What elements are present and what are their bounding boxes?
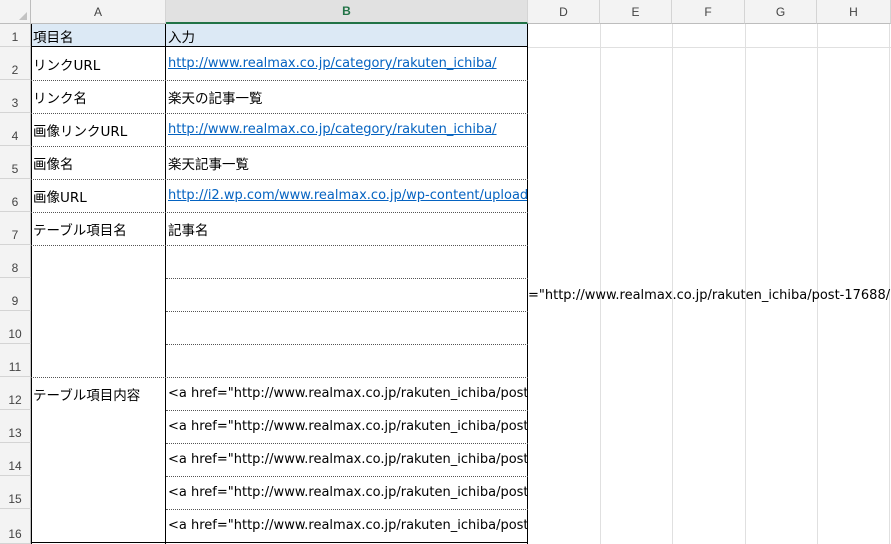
table-border bbox=[31, 46, 528, 47]
cell-a5[interactable]: 画像名 bbox=[31, 146, 166, 179]
spreadsheet-grid[interactable]: A B D E F G H 1 2 3 4 5 6 7 8 9 10 11 12… bbox=[0, 0, 891, 544]
cell-a1[interactable]: 項目名 bbox=[31, 24, 166, 47]
cell-b13[interactable]: <a href="http://www.realmax.co.jp/rakute… bbox=[166, 410, 528, 443]
table-border bbox=[166, 278, 528, 279]
cell-b16[interactable]: <a href="http://www.realmax.co.jp/rakute… bbox=[166, 509, 528, 542]
row-header[interactable]: 9 bbox=[0, 278, 31, 311]
table-border bbox=[31, 146, 528, 147]
gridline bbox=[817, 24, 818, 544]
cell-b15[interactable]: <a href="http://www.realmax.co.jp/rakute… bbox=[166, 476, 528, 509]
cell-b6[interactable]: http://i2.wp.com/www.realmax.co.jp/wp-co… bbox=[166, 179, 528, 212]
row-header[interactable]: 2 bbox=[0, 47, 31, 80]
table-border bbox=[527, 24, 528, 544]
row-header[interactable]: 15 bbox=[0, 476, 31, 509]
table-border bbox=[166, 344, 528, 345]
table-border bbox=[31, 245, 528, 246]
table-border bbox=[165, 24, 166, 544]
cell-b5[interactable]: 楽天記事一覧 bbox=[166, 146, 528, 179]
row-header[interactable]: 12 bbox=[0, 377, 31, 410]
table-border bbox=[31, 377, 528, 378]
cell-b7[interactable]: 記事名 bbox=[166, 212, 528, 245]
row-header[interactable]: 7 bbox=[0, 212, 31, 245]
cell-b3[interactable]: 楽天の記事一覧 bbox=[166, 80, 528, 113]
column-header-d[interactable]: D bbox=[528, 0, 600, 24]
gridline bbox=[672, 24, 673, 544]
cell-a12[interactable]: テーブル項目内容 bbox=[31, 377, 166, 410]
overflow-text-row9: ="http://www.realmax.co.jp/rakuten_ichib… bbox=[528, 288, 891, 303]
row-header[interactable]: 1 bbox=[0, 24, 31, 47]
row-header[interactable]: 11 bbox=[0, 344, 31, 377]
cell-a3[interactable]: リンク名 bbox=[31, 80, 166, 113]
gridline bbox=[600, 24, 601, 544]
row-header[interactable]: 6 bbox=[0, 179, 31, 212]
column-header-a[interactable]: A bbox=[31, 0, 166, 24]
column-header-e[interactable]: E bbox=[600, 0, 672, 24]
table-border bbox=[31, 113, 528, 114]
cell-b4[interactable]: http://www.realmax.co.jp/category/rakute… bbox=[166, 113, 528, 146]
table-border bbox=[31, 542, 528, 543]
row-header[interactable]: 13 bbox=[0, 410, 31, 443]
cell-a2[interactable]: リンクURL bbox=[31, 47, 166, 80]
column-header-g[interactable]: G bbox=[745, 0, 817, 24]
table-border bbox=[166, 410, 528, 411]
table-border bbox=[31, 212, 528, 213]
table-border bbox=[31, 80, 528, 81]
cell-b14[interactable]: <a href="http://www.realmax.co.jp/rakute… bbox=[166, 443, 528, 476]
cell-b2[interactable]: http://www.realmax.co.jp/category/rakute… bbox=[166, 47, 528, 80]
row-header[interactable]: 3 bbox=[0, 80, 31, 113]
column-header-h[interactable]: H bbox=[817, 0, 891, 24]
row-header[interactable]: 10 bbox=[0, 311, 31, 344]
table-border bbox=[31, 24, 32, 544]
table-border bbox=[166, 443, 528, 444]
cell-a4[interactable]: 画像リンクURL bbox=[31, 113, 166, 146]
column-header-b[interactable]: B bbox=[166, 0, 528, 24]
cell-a7[interactable]: テーブル項目名 bbox=[31, 212, 166, 245]
row-header[interactable]: 8 bbox=[0, 245, 31, 278]
gridline bbox=[528, 47, 891, 48]
row-header[interactable]: 16 bbox=[0, 509, 31, 544]
table-border bbox=[166, 311, 528, 312]
cell-b1[interactable]: 入力 bbox=[166, 24, 528, 47]
table-border bbox=[166, 509, 528, 510]
row-header[interactable]: 4 bbox=[0, 113, 31, 146]
gridline bbox=[889, 24, 890, 544]
row-header[interactable]: 5 bbox=[0, 146, 31, 179]
table-border bbox=[166, 476, 528, 477]
row-header[interactable]: 14 bbox=[0, 443, 31, 476]
cell-b12[interactable]: <a href="http://www.realmax.co.jp/rakute… bbox=[166, 377, 528, 410]
cell-a6[interactable]: 画像URL bbox=[31, 179, 166, 212]
table-border bbox=[31, 179, 528, 180]
column-header-f[interactable]: F bbox=[672, 0, 745, 24]
select-all-corner[interactable] bbox=[0, 0, 31, 24]
gridline bbox=[745, 24, 746, 544]
